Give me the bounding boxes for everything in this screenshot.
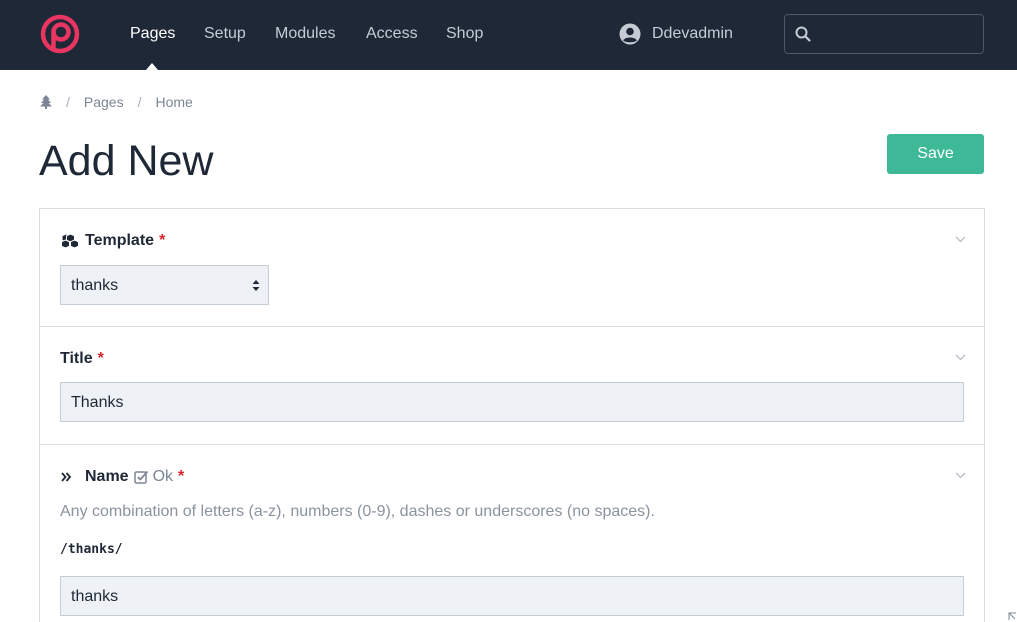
search-icon	[795, 26, 811, 42]
search-input[interactable]	[784, 14, 984, 54]
check-square-icon	[133, 470, 148, 484]
nav-access[interactable]: Access	[366, 24, 418, 44]
breadcrumb-separator: /	[137, 94, 142, 110]
required-mark: *	[159, 232, 166, 249]
name-path-preview: /thanks/	[60, 542, 123, 557]
title-field: Title * Thanks	[40, 327, 984, 445]
select-arrows-icon	[252, 280, 260, 291]
chevron-down-icon[interactable]	[955, 236, 966, 243]
page-title: Add New	[39, 137, 214, 185]
form-panel: Template * thanks Title * Thanks Name Ok…	[39, 208, 985, 622]
required-mark: *	[97, 350, 104, 367]
top-navbar: Pages Setup Modules Access Shop Ddevadmi…	[0, 0, 1017, 70]
name-status: Ok	[133, 468, 174, 486]
user-menu[interactable]: Ddevadmin	[619, 22, 733, 46]
template-label-text: Template	[85, 232, 155, 249]
chevron-down-icon[interactable]	[955, 472, 966, 479]
angle-double-right-icon	[61, 472, 72, 482]
required-mark: *	[178, 468, 185, 485]
user-avatar-icon	[619, 23, 641, 45]
title-input-value: Thanks	[71, 394, 124, 411]
nav-setup[interactable]: Setup	[204, 24, 246, 44]
tree-icon[interactable]	[40, 95, 52, 109]
template-select-value: thanks	[71, 277, 119, 294]
chevron-down-icon[interactable]	[955, 354, 966, 361]
name-input[interactable]: thanks	[60, 576, 964, 616]
breadcrumb-home[interactable]: Home	[155, 94, 192, 110]
name-label[interactable]: Name Ok *	[60, 467, 184, 487]
template-label[interactable]: Template *	[60, 231, 165, 251]
title-label[interactable]: Title *	[60, 349, 104, 369]
name-description: Any combination of letters (a-z), number…	[60, 503, 655, 520]
name-field: Name Ok * Any combination of letters (a-…	[40, 445, 984, 622]
save-button[interactable]: Save	[887, 134, 984, 174]
title-input[interactable]: Thanks	[60, 382, 964, 422]
active-nav-indicator	[146, 63, 158, 70]
breadcrumb-separator: /	[66, 94, 70, 110]
title-label-text: Title	[60, 350, 93, 367]
name-status-text: Ok	[152, 468, 174, 485]
cubes-icon	[61, 233, 79, 249]
breadcrumb-pages[interactable]: Pages	[84, 94, 124, 110]
resize-corner-icon[interactable]	[1008, 612, 1017, 621]
name-input-value: thanks	[71, 588, 119, 605]
user-name: Ddevadmin	[652, 25, 733, 42]
processwire-logo-icon[interactable]	[40, 14, 80, 54]
breadcrumb: / Pages / Home	[40, 93, 193, 111]
nav-modules[interactable]: Modules	[275, 24, 335, 44]
nav-pages[interactable]: Pages	[130, 24, 175, 44]
nav-shop[interactable]: Shop	[446, 24, 483, 44]
template-select[interactable]: thanks	[60, 265, 269, 305]
template-field: Template * thanks	[40, 209, 984, 327]
name-label-text: Name	[85, 468, 129, 485]
